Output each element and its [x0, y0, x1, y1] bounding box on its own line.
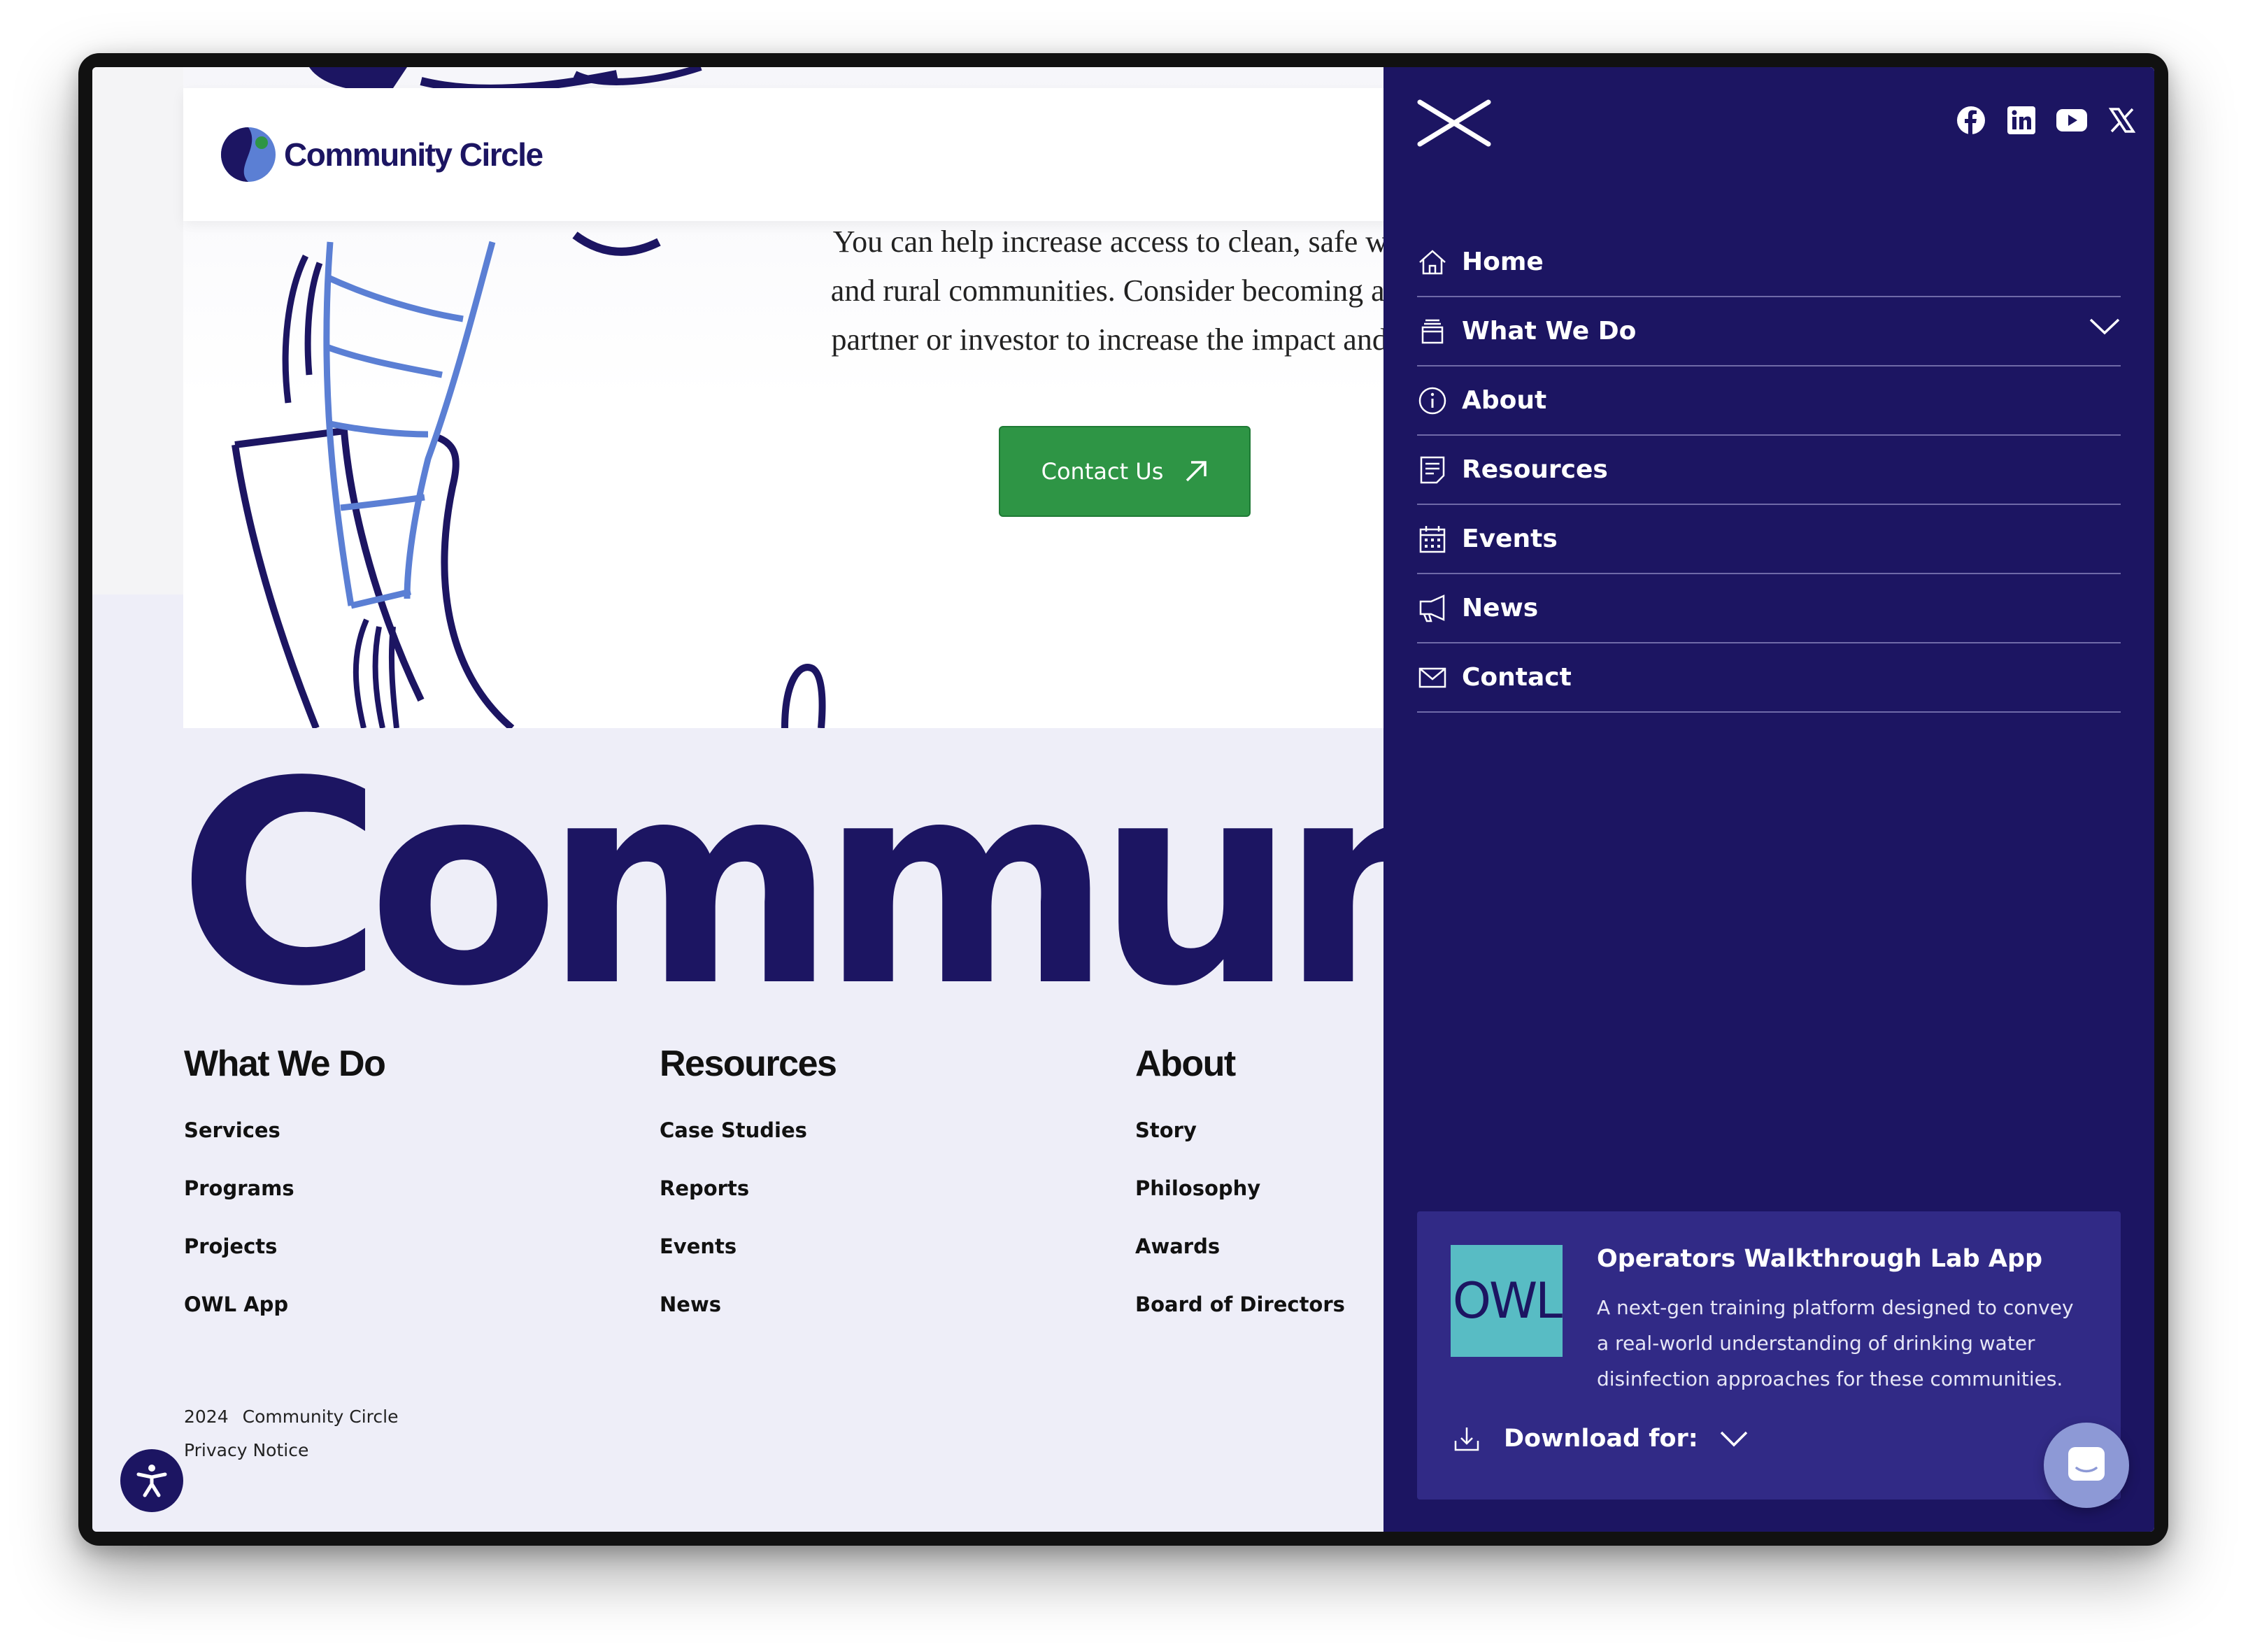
close-icon[interactable] [1417, 99, 1491, 147]
linkedin-icon[interactable] [2005, 104, 2038, 137]
info-icon [1417, 385, 1448, 416]
drawer-nav: Home What We Do About Resources Events N… [1417, 228, 2121, 713]
nav-item-what-we-do[interactable]: What We Do [1417, 297, 2121, 366]
contact-us-label: Contact Us [1041, 458, 1164, 485]
owl-app-title: Operators Walkthrough Lab App [1597, 1245, 2043, 1273]
privacy-notice-link[interactable]: Privacy Notice [184, 1434, 412, 1467]
footer-link[interactable]: Programs [184, 1176, 385, 1234]
youtube-icon[interactable] [2055, 104, 2089, 137]
hero-line: You can help increase access to clean, s… [832, 225, 1451, 259]
nav-item-label: What We Do [1462, 317, 1637, 346]
site-header: Community Circle [183, 88, 1470, 221]
nav-item-label: Events [1462, 525, 1558, 553]
nav-item-label: News [1462, 594, 1539, 622]
footer-link[interactable]: Board of Directors [1135, 1293, 1345, 1351]
footer-legal: 2024 Community Circle Privacy Notice [184, 1400, 412, 1467]
footer-link[interactable]: Awards [1135, 1234, 1345, 1293]
chevron-down-icon[interactable] [2089, 317, 2121, 336]
logo-text: Community Circle [284, 136, 543, 173]
nav-item-news[interactable]: News [1417, 574, 2121, 643]
arrow-up-right-icon [1186, 461, 1207, 482]
stack-icon [1417, 316, 1448, 347]
footer-link[interactable]: Story [1135, 1118, 1345, 1176]
nav-item-label: About [1462, 386, 1547, 415]
contact-us-button[interactable]: Contact Us [999, 426, 1251, 517]
owl-app-logo: OWL [1451, 1245, 1563, 1357]
mail-icon [1417, 662, 1448, 693]
home-icon [1417, 247, 1448, 278]
footer-heading: What We Do [184, 1044, 386, 1084]
footer-link[interactable]: News [660, 1293, 836, 1351]
chat-icon [2068, 1447, 2105, 1481]
facebook-icon[interactable] [1954, 104, 1988, 137]
footer-heading: About [1135, 1044, 1236, 1084]
community-circle-logo-icon [221, 127, 276, 182]
copyright-year: 2024 [184, 1407, 229, 1427]
accessibility-icon [136, 1465, 167, 1497]
footer-column-what-we-do: What We Do Services Programs Projects OW… [184, 1043, 386, 1351]
footer-heading: Resources [660, 1044, 837, 1084]
footer-link[interactable]: Projects [184, 1234, 385, 1293]
footer-link[interactable]: Philosophy [1135, 1176, 1345, 1234]
calendar-icon [1417, 524, 1448, 555]
copyright-org: Community Circle [242, 1407, 399, 1427]
footer-link[interactable]: Case Studies [660, 1118, 836, 1176]
nav-item-about[interactable]: About [1417, 366, 2121, 436]
chevron-down-icon [1720, 1431, 1748, 1447]
download-dropdown[interactable]: Download for: [1453, 1425, 1749, 1453]
device-frame: You can help increase access to clean, s… [78, 53, 2168, 1546]
hero-description: You can help increase access to clean, s… [722, 218, 1470, 364]
navigation-drawer: Home What We Do About Resources Events N… [1383, 67, 2154, 1532]
footer-link[interactable]: Reports [660, 1176, 836, 1234]
download-label: Download for: [1504, 1425, 1698, 1453]
nav-item-label: Contact [1462, 663, 1572, 692]
nav-item-contact[interactable]: Contact [1417, 643, 2121, 713]
nav-item-label: Resources [1462, 455, 1608, 484]
x-icon[interactable] [2105, 104, 2139, 137]
owl-app-card: OWL Operators Walkthrough Lab App A next… [1417, 1211, 2121, 1500]
footer-column-about: About Story Philosophy Awards Board of D… [1135, 1043, 1345, 1351]
document-icon [1417, 455, 1448, 485]
social-links [1937, 104, 2139, 137]
hero-line: partner or investor to increase the impa… [831, 322, 1452, 357]
nav-item-home[interactable]: Home [1417, 228, 2121, 297]
screen: You can help increase access to clean, s… [92, 67, 2154, 1532]
owl-app-description: A next-gen training platform designed to… [1597, 1296, 2074, 1390]
nav-item-label: Home [1462, 248, 1544, 276]
nav-item-resources[interactable]: Resources [1417, 436, 2121, 505]
footer-column-resources: Resources Case Studies Reports Events Ne… [660, 1043, 837, 1351]
accessibility-button[interactable] [120, 1449, 183, 1512]
nav-item-events[interactable]: Events [1417, 505, 2121, 574]
logo[interactable]: Community Circle [220, 126, 543, 183]
chat-widget-button[interactable] [2044, 1423, 2129, 1508]
footer-link[interactable]: Events [660, 1234, 836, 1293]
megaphone-icon [1417, 593, 1448, 624]
footer-link[interactable]: OWL App [184, 1293, 385, 1351]
download-icon [1454, 1427, 1479, 1451]
footer-link[interactable]: Services [184, 1118, 385, 1176]
hero-line: and rural communities. Consider becoming… [830, 273, 1453, 308]
